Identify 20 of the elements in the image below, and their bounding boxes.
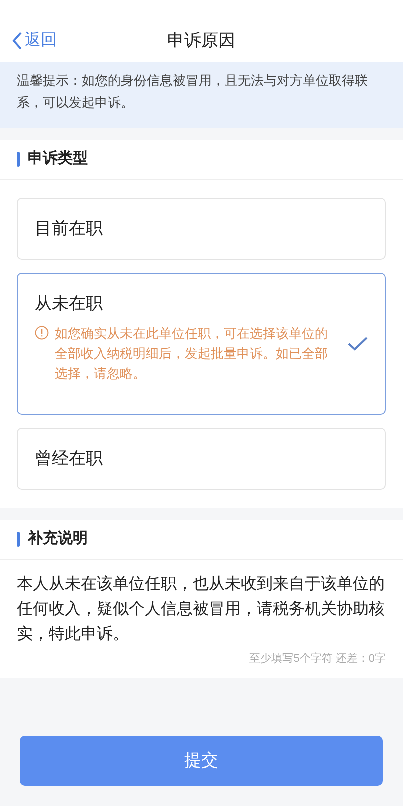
- section-title: 申诉类型: [28, 149, 88, 170]
- back-icon: [12, 32, 23, 50]
- section-marker: [17, 532, 20, 547]
- description-text: 本人从未在该单位任职，也从未收到来自于该单位的任何收入，疑似个人信息被冒用，请税务机关协助核实，特此申诉。: [17, 574, 386, 645]
- back-button[interactable]: 返回: [0, 29, 57, 53]
- option-label: 目前在职: [35, 218, 104, 240]
- section-marker: [17, 152, 20, 167]
- reason-option[interactable]: 从未在职 如您确实从未在此单位任职，可在选择该单位的全部收入纳税明细后，发起批量申诉。如已全部选择，请忽略。: [17, 273, 386, 415]
- warning-icon: [35, 326, 49, 340]
- reason-option[interactable]: 曾经在职: [17, 428, 386, 490]
- option-label: 从未在职: [35, 293, 104, 315]
- option-note: 如您确实从未在此单位任职，可在选择该单位的全部收入纳税明细后，发起批量申诉。如已全部选择，请忽略。: [55, 325, 329, 383]
- page-title: 申诉原因: [168, 30, 236, 52]
- character-counter: 至少填写5个字符 还差：0字: [250, 652, 386, 667]
- reason-option[interactable]: 目前在职: [17, 198, 386, 260]
- description-field[interactable]: 本人从未在该单位任职，也从未收到来自于该单位的任何收入，疑似个人信息被冒用，请税务机关协助核实，特此申诉。 至少填写5个字符 还差：0字: [0, 560, 403, 678]
- checkmark-icon: [348, 337, 368, 351]
- option-label: 曾经在职: [35, 448, 104, 470]
- section-title: 补充说明: [28, 529, 88, 550]
- tip-text: 温馨提示：如您的身份信息被冒用，且无法与对方单位取得联系，可以发起申诉。: [17, 72, 369, 112]
